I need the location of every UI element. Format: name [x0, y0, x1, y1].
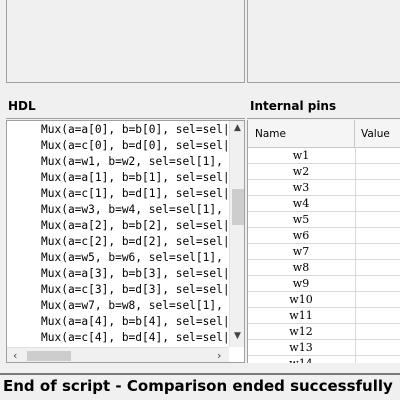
hdl-code-line: Mux(a=c[0], b=d[0], sel=sel| — [41, 139, 229, 152]
pin-name: w8 — [292, 261, 310, 274]
pin-value — [355, 308, 400, 323]
pin-row[interactable]: w9 — [248, 276, 400, 292]
hdl-horizontal-scroll-thumb[interactable] — [27, 351, 71, 361]
pin-row[interactable]: w13 — [248, 340, 400, 356]
pin-row[interactable]: w10 — [248, 292, 400, 308]
pin-row[interactable]: w11 — [248, 308, 400, 324]
pin-name: w10 — [289, 293, 313, 306]
hdl-code-line: Mux(a=w5, b=w6, sel=sel[1], — [41, 251, 223, 264]
pin-name: w12 — [289, 325, 313, 338]
chevron-left-icon[interactable]: ‹ — [13, 349, 17, 362]
chevron-up-icon[interactable]: ▲ — [234, 123, 241, 133]
pin-name: w11 — [289, 309, 313, 322]
hdl-code-lines: Mux(a=a[0], b=b[0], sel=sel| Mux(a=c[0], … — [7, 121, 229, 345]
pin-name: w5 — [292, 213, 310, 226]
pin-value — [355, 164, 400, 179]
hdl-panel-title: HDL — [8, 99, 36, 113]
pin-name: w13 — [289, 341, 313, 354]
pins-table-header: Name Value — [248, 120, 400, 148]
pin-name: w9 — [292, 277, 310, 290]
hdl-code-line: Mux(a=w7, b=w8, sel=sel[1], — [41, 299, 223, 312]
top-left-panel — [6, 0, 245, 83]
pin-value — [355, 212, 400, 227]
hdl-code-line: Mux(a=c[3], b=d[3], sel=sel| — [41, 283, 229, 296]
hdl-code-line: Mux(a=a[2], b=b[2], sel=sel| — [41, 219, 229, 232]
hdl-vertical-scrollbar[interactable]: ▲ ▼ — [229, 121, 244, 347]
internal-pins-title: Internal pins — [250, 99, 337, 113]
pin-value — [355, 228, 400, 243]
hdl-vertical-scroll-thumb[interactable] — [232, 189, 244, 225]
pin-name: w14 — [248, 356, 354, 363]
chevron-right-icon[interactable]: › — [217, 349, 221, 362]
pin-value — [355, 196, 400, 211]
column-divider[interactable] — [354, 120, 355, 147]
pin-row[interactable]: w12 — [248, 324, 400, 340]
name-column-header[interactable]: Name — [255, 128, 286, 140]
hdl-code-line: Mux(a=a[0], b=b[0], sel=sel| — [41, 123, 229, 136]
pin-value — [355, 324, 400, 339]
hdl-code-line: Mux(a=c[1], b=d[1], sel=sel| — [41, 187, 229, 200]
pin-value — [355, 356, 400, 363]
pin-name: w4 — [292, 197, 310, 210]
pin-value — [355, 148, 400, 163]
pin-name: w2 — [292, 165, 310, 178]
pin-value — [355, 244, 400, 259]
pin-value — [355, 260, 400, 275]
hdl-code-line: Mux(a=w3, b=w4, sel=sel[1], — [41, 203, 223, 216]
status-message: End of script - Comparison ended success… — [3, 377, 393, 395]
top-right-panel — [247, 0, 400, 83]
hdl-code-line: Mux(a=a[3], b=b[3], sel=sel| — [41, 267, 229, 280]
pin-row[interactable]: w8 — [248, 260, 400, 276]
pin-row[interactable]: w7 — [248, 244, 400, 260]
hdl-code-line: Mux(a=a[1], b=b[1], sel=sel| — [41, 171, 229, 184]
pin-name: w7 — [292, 245, 310, 258]
pin-row[interactable]: w1 — [248, 148, 400, 164]
internal-pins-table: Name Value w1 w2 w3 w4 w5 w6 w7 w8 w9 w10 w11 w12 w1… — [247, 120, 400, 363]
pin-row[interactable]: w2 — [248, 164, 400, 180]
pin-row[interactable]: w4 — [248, 196, 400, 212]
pin-value — [355, 292, 400, 307]
hdl-code-line: Mux(a=a[4], b=b[4], sel=sel| — [41, 315, 229, 328]
pin-row[interactable]: w5 — [248, 212, 400, 228]
hdl-title-divider — [6, 118, 245, 119]
pin-name: w6 — [292, 229, 310, 242]
hdl-code-line: Mux(a=c[4], b=d[4], sel=sel| — [41, 331, 229, 344]
status-bar: End of script - Comparison ended success… — [0, 373, 400, 400]
hdl-horizontal-scrollbar[interactable]: ‹ › — [7, 347, 229, 362]
pin-name: w1 — [292, 149, 310, 162]
pin-value — [355, 180, 400, 195]
hdl-code-line: Mux(a=c[2], b=d[2], sel=sel| — [41, 235, 229, 248]
pins-title-divider — [247, 118, 400, 119]
pin-value — [355, 276, 400, 291]
hdl-code-line: Mux(a=w1, b=w2, sel=sel[1], — [41, 155, 223, 168]
chevron-down-icon[interactable]: ▼ — [234, 331, 241, 341]
pin-row[interactable]: w6 — [248, 228, 400, 244]
pin-row[interactable]: w3 — [248, 180, 400, 196]
pin-name: w3 — [292, 181, 310, 194]
hdl-code-view[interactable]: Mux(a=a[0], b=b[0], sel=sel| Mux(a=c[0], … — [6, 120, 245, 363]
pin-value — [355, 340, 400, 355]
pin-row[interactable]: w14 — [248, 356, 400, 363]
value-column-header[interactable]: Value — [361, 128, 390, 140]
